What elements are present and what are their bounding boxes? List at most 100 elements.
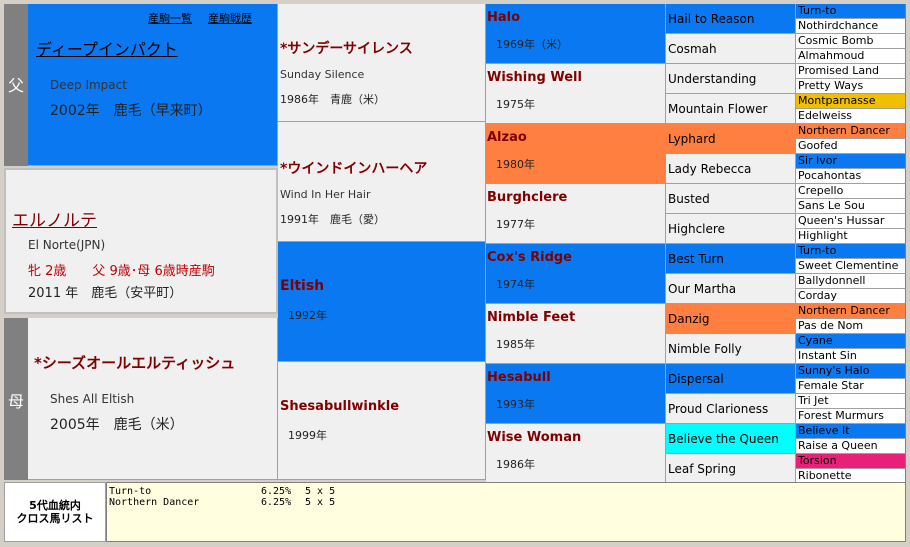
gen5-cell[interactable]: Pretty Ways xyxy=(796,79,906,94)
cross-list-label: 5代血統内 クロス馬リスト xyxy=(16,499,94,525)
gen4-cell[interactable]: Our Martha xyxy=(666,274,796,304)
gen3-info: 1985年 xyxy=(496,338,535,351)
gen2-name[interactable]: *ウインドインハーヘア xyxy=(280,158,427,178)
gen5-cell[interactable]: Corday xyxy=(796,289,906,304)
subject-name-en: El Norte(JPN) xyxy=(28,238,106,252)
gen4-cell[interactable]: Busted xyxy=(666,184,796,214)
gen2-name-en: Sunday Silence xyxy=(280,68,365,81)
gen5-cell[interactable]: Turn-to xyxy=(796,244,906,259)
gen4-cell[interactable]: Cosmah xyxy=(666,34,796,64)
cross-horse-name: Turn-to xyxy=(109,486,152,497)
gen5-cell[interactable]: Instant Sin xyxy=(796,349,906,364)
gen2-info: 1999年 xyxy=(288,429,327,442)
gen2-info: 1986年 青鹿（米） xyxy=(280,93,385,106)
gen4-cell[interactable]: Danzig xyxy=(666,304,796,334)
sire-side-bar: 父 xyxy=(4,4,28,166)
gen3-name[interactable]: Halo xyxy=(487,10,520,25)
gen4-cell[interactable]: Dispersal xyxy=(666,364,796,394)
gen5-cell[interactable]: Northern Dancer xyxy=(796,304,906,319)
gen4-cell[interactable]: Understanding xyxy=(666,64,796,94)
subject-panel: エルノルテ El Norte(JPN) 牝 2歳 父 9歳･母 6歳時産駒 20… xyxy=(4,168,278,314)
gen5-cell[interactable]: Almahmoud xyxy=(796,49,906,64)
gen4-cell[interactable]: Mountain Flower xyxy=(666,94,796,124)
sire-side-label: 父 xyxy=(7,76,24,95)
gen3-name[interactable]: Nimble Feet xyxy=(487,310,575,325)
gen5-cell[interactable]: Sunny's Halo xyxy=(796,364,906,379)
gen5-cell[interactable]: Forest Murmurs xyxy=(796,409,906,424)
dam-panel: *シーズオールエルティッシュ Shes All Eltish 2005年 鹿毛（… xyxy=(28,318,278,480)
gen3-name[interactable]: Alzao xyxy=(487,130,527,145)
cross-percent: 6.25% xyxy=(261,497,292,508)
gen4-cell[interactable]: Hail to Reason xyxy=(666,4,796,34)
gen4-cell[interactable]: Nimble Folly xyxy=(666,334,796,364)
gen5-cell[interactable]: Highlight xyxy=(796,229,906,244)
gen2-name[interactable]: Shesabullwinkle xyxy=(280,399,399,414)
dam-name[interactable]: *シーズオールエルティッシュ xyxy=(34,352,235,373)
gen2-cell: Shesabullwinkle 1999年 xyxy=(278,362,486,480)
gen3-name[interactable]: Wise Woman xyxy=(487,430,581,445)
dam-side-bar: 母 xyxy=(4,318,28,480)
gen5-cell[interactable]: Believe It xyxy=(796,424,906,439)
gen3-info: 1977年 xyxy=(496,218,535,231)
gen3-info: 1969年（米） xyxy=(496,38,568,51)
gen5-cell[interactable]: Torsion xyxy=(796,454,906,469)
gen5-cell[interactable]: Sans Le Sou xyxy=(796,199,906,214)
gen5-cell[interactable]: Promised Land xyxy=(796,64,906,79)
gen3-info: 1986年 xyxy=(496,458,535,471)
gen5-cell[interactable]: Cyane xyxy=(796,334,906,349)
gen2-cell: *サンデーサイレンス Sunday Silence 1986年 青鹿（米） xyxy=(278,4,486,122)
cross-horse-name: Northern Dancer xyxy=(109,497,200,508)
dam-side-label: 母 xyxy=(7,392,24,411)
gen5-cell[interactable]: Goofed xyxy=(796,139,906,154)
gen5-cell[interactable]: Edelweiss xyxy=(796,109,906,124)
sire-name-link[interactable]: ディープインパクト xyxy=(36,36,178,60)
gen5-cell[interactable]: Northern Dancer xyxy=(796,124,906,139)
gen5-cell[interactable]: Montparnasse xyxy=(796,94,906,109)
sire-panel: 産駒一覧 産駒戦歴 ディープインパクト Deep Impact 2002年 鹿毛… xyxy=(28,4,278,166)
gen3-name[interactable]: Burghclere xyxy=(487,190,567,205)
cross-list-box[interactable]: Turn-to 6.25% 5 x 5 Northern Dancer 6.25% 5 x… xyxy=(106,482,906,542)
gen5-cell[interactable]: Sweet Clementine xyxy=(796,259,906,274)
gen3-cell: Hesabull 1993年 xyxy=(486,364,666,424)
gen3-cell: Wishing Well 1975年 xyxy=(486,64,666,124)
gen3-info: 1993年 xyxy=(496,398,535,411)
gen2-cell: Eltish 1992年 xyxy=(278,242,486,362)
gen4-cell[interactable]: Lyphard xyxy=(666,124,796,154)
dam-info: 2005年 鹿毛（米） xyxy=(50,417,184,433)
gen3-cell: Cox's Ridge 1974年 xyxy=(486,244,666,304)
gen3-name[interactable]: Cox's Ridge xyxy=(487,250,572,265)
gen3-name[interactable]: Wishing Well xyxy=(487,70,582,85)
gen5-cell[interactable]: Pocahontas xyxy=(796,169,906,184)
gen3-cell: Wise Woman 1986年 xyxy=(486,424,666,484)
gen2-info: 1992年 xyxy=(288,309,327,322)
gen4-cell[interactable]: Leaf Spring xyxy=(666,454,796,484)
gen2-name[interactable]: Eltish xyxy=(280,278,324,294)
gen4-cell[interactable]: Believe the Queen xyxy=(666,424,796,454)
gen3-cell: Nimble Feet 1985年 xyxy=(486,304,666,364)
gen2-info: 1991年 鹿毛（愛） xyxy=(280,213,385,226)
gen5-cell[interactable]: Ballydonnell xyxy=(796,274,906,289)
offspring-list-link[interactable]: 産駒一覧 xyxy=(148,10,192,26)
gen5-cell[interactable]: Cosmic Bomb xyxy=(796,34,906,49)
gen5-cell[interactable]: Pas de Nom xyxy=(796,319,906,334)
gen5-cell[interactable]: Raise a Queen xyxy=(796,439,906,454)
gen5-cell[interactable]: Crepello xyxy=(796,184,906,199)
gen5-cell[interactable]: Queen's Hussar xyxy=(796,214,906,229)
offspring-record-link[interactable]: 産駒戦歴 xyxy=(208,10,252,26)
gen2-name[interactable]: *サンデーサイレンス xyxy=(280,38,413,58)
cross-list-row: Turn-to 6.25% 5 x 5 xyxy=(109,486,903,497)
gen2-cell: *ウインドインハーヘア Wind In Her Hair 1991年 鹿毛（愛） xyxy=(278,122,486,242)
subject-sex-age: 牝 2歳 父 9歳･母 6歳時産駒 xyxy=(28,264,215,279)
gen5-cell[interactable]: Sir Ivor xyxy=(796,154,906,169)
gen4-cell[interactable]: Lady Rebecca xyxy=(666,154,796,184)
gen5-cell[interactable]: Female Star xyxy=(796,379,906,394)
gen4-cell[interactable]: Best Turn xyxy=(666,244,796,274)
subject-name[interactable]: エルノルテ xyxy=(12,206,97,231)
gen5-cell[interactable]: Nothirdchance xyxy=(796,19,906,34)
gen4-cell[interactable]: Proud Clarioness xyxy=(666,394,796,424)
gen3-name[interactable]: Hesabull xyxy=(487,370,551,385)
gen4-cell[interactable]: Highclere xyxy=(666,214,796,244)
gen5-cell[interactable]: Turn-to xyxy=(796,4,906,19)
gen5-cell[interactable]: Tri Jet xyxy=(796,394,906,409)
cross-list-row: Northern Dancer 6.25% 5 x 5 xyxy=(109,497,903,508)
